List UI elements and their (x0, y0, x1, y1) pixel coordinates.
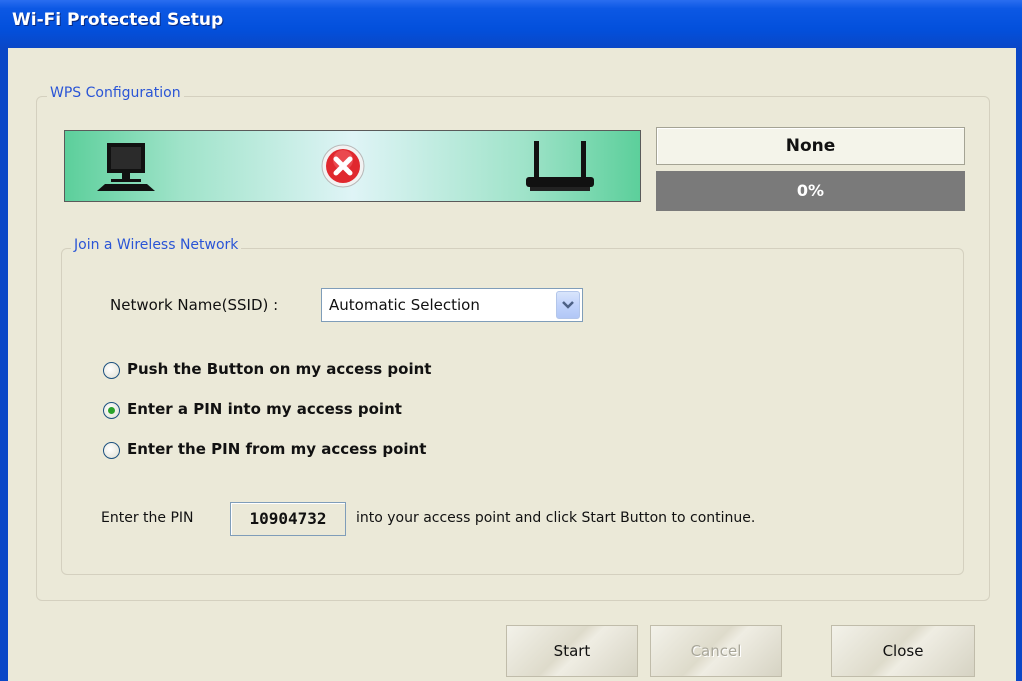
wps-status-box: None (656, 127, 965, 165)
cancel-button[interactable]: Cancel (650, 625, 782, 677)
wps-progress-label: 0% (796, 181, 825, 200)
error-x-icon (320, 143, 366, 193)
pin-prefix-label: Enter the PIN (101, 510, 194, 526)
wps-status-text: None (785, 136, 836, 156)
wps-configuration-legend: WPS Configuration (47, 85, 184, 101)
radio-enter-pin-into-ap-circle[interactable] (103, 402, 120, 419)
radio-enter-pin-from-ap-circle[interactable] (103, 442, 120, 459)
start-button[interactable]: Start (506, 625, 638, 677)
radio-enter-pin-from-ap-label[interactable]: Enter the PIN from my access point (127, 440, 426, 458)
pin-display: 10904732 (230, 502, 346, 536)
close-button-label: Close (882, 642, 924, 660)
radio-enter-pin-into-ap-label[interactable]: Enter a PIN into my access point (127, 400, 402, 418)
ssid-label: Network Name(SSID) : (110, 296, 279, 314)
pin-instruction-label: into your access point and click Start B… (356, 510, 756, 526)
close-button[interactable]: Close (831, 625, 975, 677)
start-button-label: Start (553, 642, 591, 660)
router-icon (520, 139, 600, 199)
cancel-button-label: Cancel (690, 642, 742, 660)
radio-enter-pin-into-ap-dot (108, 407, 115, 414)
ssid-dropdown[interactable]: Automatic Selection (321, 288, 583, 322)
radio-push-button-label[interactable]: Push the Button on my access point (127, 360, 431, 378)
chevron-down-icon[interactable] (556, 291, 580, 319)
computer-icon (93, 141, 159, 199)
wps-progress-bar: 0% (656, 171, 965, 211)
pin-value: 10904732 (249, 509, 327, 528)
join-network-legend: Join a Wireless Network (71, 237, 242, 253)
title-bar[interactable]: Wi-Fi Protected Setup (0, 0, 1022, 48)
connection-status-banner (64, 130, 641, 202)
ssid-dropdown-value: Automatic Selection (329, 296, 480, 314)
window-title: Wi-Fi Protected Setup (12, 10, 224, 30)
radio-push-button-circle[interactable] (103, 362, 120, 379)
